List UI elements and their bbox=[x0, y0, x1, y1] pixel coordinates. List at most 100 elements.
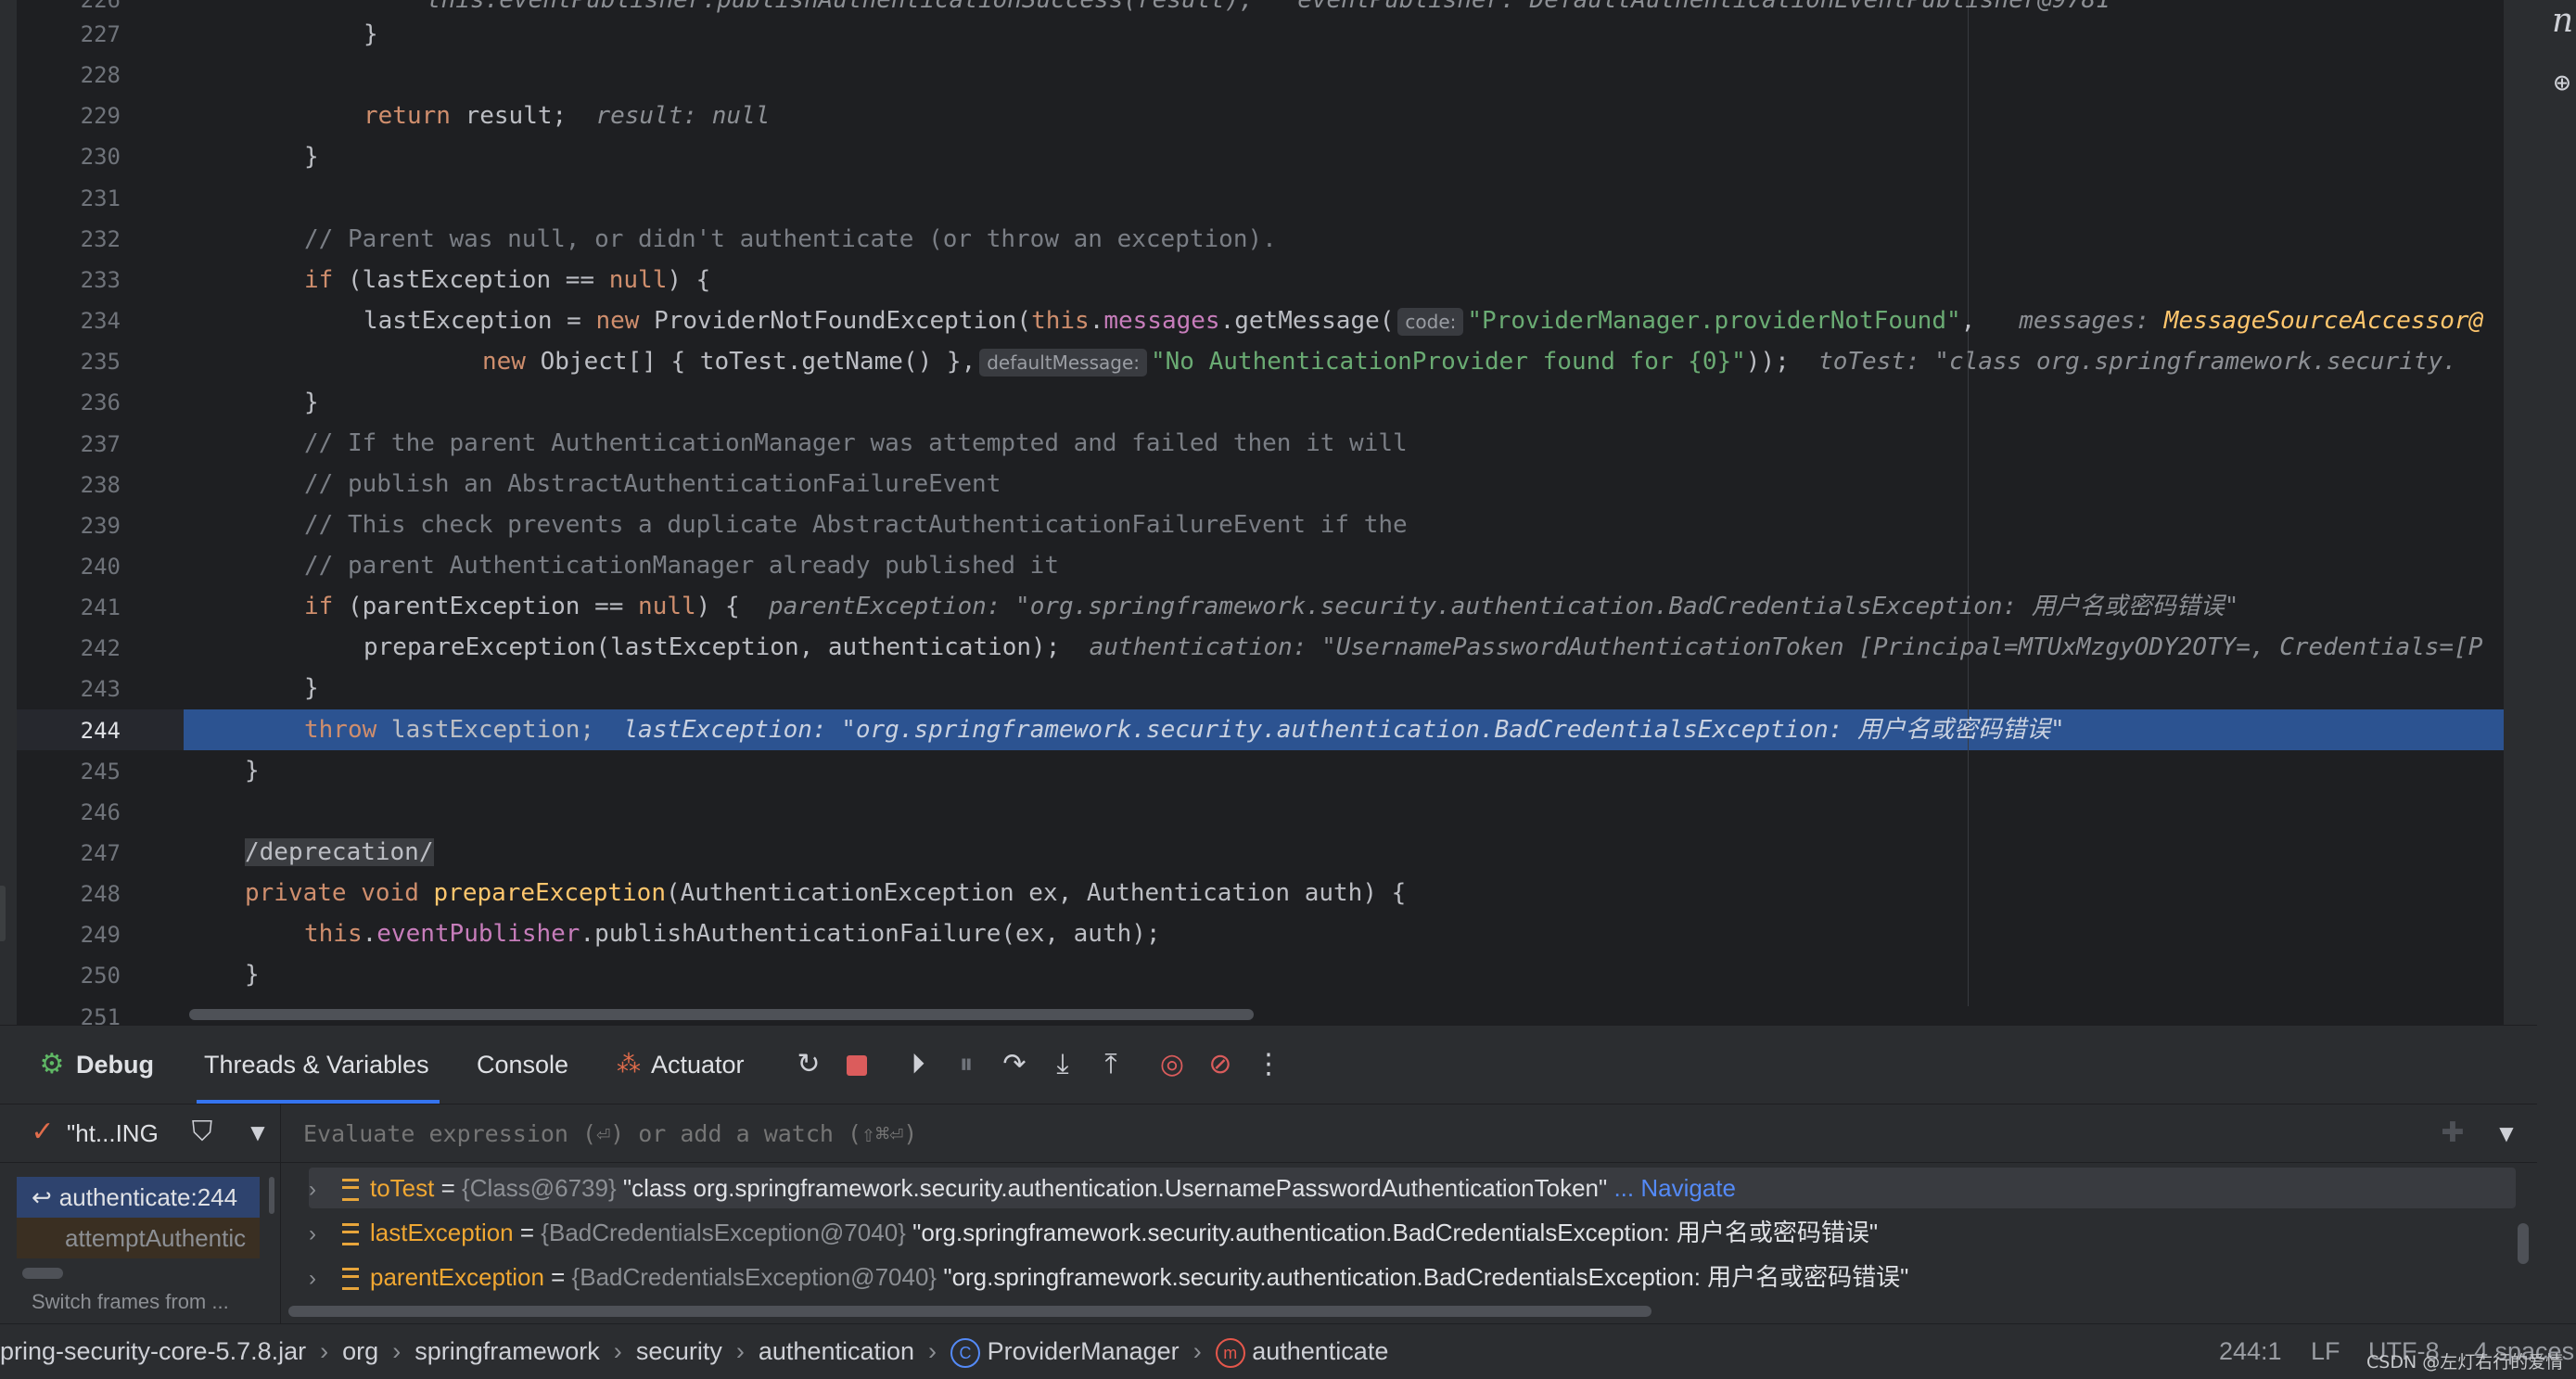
tab-threads-variables[interactable]: Threads & Variables bbox=[204, 1026, 429, 1104]
filter-icon[interactable]: ⛉ bbox=[184, 1114, 221, 1151]
field-icon bbox=[342, 1223, 359, 1246]
left-tool-tab[interactable] bbox=[0, 886, 6, 941]
stop-icon[interactable] bbox=[838, 1046, 875, 1083]
breadcrumb-item[interactable]: authentication bbox=[759, 1337, 914, 1365]
chevron-right-icon: › bbox=[385, 1337, 408, 1365]
variable-row[interactable]: › lastException = {BadCredentialsExceptio… bbox=[309, 1212, 2516, 1253]
line-number[interactable]: 249 bbox=[17, 914, 121, 955]
line-number[interactable]: 243 bbox=[17, 669, 121, 709]
line-number[interactable]: 241 bbox=[17, 587, 121, 628]
code-line-227: } bbox=[363, 20, 378, 48]
code-line-247: /deprecation/ bbox=[245, 832, 434, 873]
debug-title[interactable]: Debug bbox=[76, 1026, 154, 1104]
mute-breakpoints-icon[interactable]: ⊘ bbox=[1202, 1046, 1239, 1083]
line-number[interactable]: 247 bbox=[17, 833, 121, 874]
caret-position[interactable]: 244:1 bbox=[2219, 1324, 2282, 1379]
step-out-icon[interactable]: ⤒ bbox=[1092, 1046, 1129, 1083]
tab-actuator[interactable]: Actuator bbox=[651, 1026, 745, 1104]
pause-icon[interactable]: ⏸ bbox=[948, 1046, 985, 1083]
line-number[interactable]: 229 bbox=[17, 96, 121, 136]
keyword: if bbox=[304, 266, 334, 294]
globe-icon[interactable]: ⊕ bbox=[2554, 67, 2570, 99]
frame-item[interactable]: attemptAuthentic bbox=[17, 1218, 260, 1258]
variable-value: "org.springframework.security.authentica… bbox=[905, 1219, 1879, 1246]
line-number[interactable]: 242 bbox=[17, 628, 121, 669]
inline-debug-value: authentication: "UsernamePasswordAuthent… bbox=[1089, 633, 2483, 661]
equals: = bbox=[513, 1219, 542, 1246]
evaluate-bar: ✚ ▼ bbox=[281, 1104, 2537, 1164]
variables-hscroll[interactable] bbox=[288, 1306, 1651, 1317]
chevron-right-icon: › bbox=[1186, 1337, 1209, 1365]
variables-panel: ✚ ▼ › toTest = {Class@6739} "class org.sp… bbox=[281, 1104, 2537, 1323]
line-number[interactable]: 251 bbox=[17, 997, 121, 1025]
thread-selector[interactable]: ✓ "ht...ING ⛉ ▼ bbox=[0, 1104, 280, 1163]
line-separator[interactable]: LF bbox=[2311, 1324, 2340, 1379]
line-number[interactable]: 234 bbox=[17, 300, 121, 341]
step-over-icon[interactable]: ↷ bbox=[996, 1046, 1033, 1083]
breadcrumb-item[interactable]: authenticate bbox=[1252, 1337, 1388, 1365]
line-number[interactable]: 244 bbox=[17, 710, 121, 751]
add-watch-icon[interactable]: ✚ bbox=[2434, 1115, 2471, 1152]
breadcrumb-item[interactable]: pring-security-core-5.7.8.jar bbox=[0, 1337, 306, 1365]
breadcrumb-item[interactable]: org bbox=[342, 1337, 378, 1365]
frame-item[interactable]: ↩ authenticate:244 bbox=[17, 1177, 260, 1218]
code-line-234: lastException = new ProviderNotFoundExce… bbox=[363, 300, 2483, 341]
evaluate-expression-input[interactable] bbox=[301, 1104, 1974, 1164]
check-icon: ✓ bbox=[31, 1116, 55, 1148]
line-number[interactable]: 232 bbox=[17, 219, 121, 260]
variables-vscroll[interactable] bbox=[2518, 1223, 2529, 1264]
code-text: .publishAuthenticationFailure(ex, auth); bbox=[580, 920, 1161, 948]
code-editor[interactable]: 226 227 228 229 230 231 232 233 234 235 236 237 238… bbox=[0, 0, 2504, 1025]
code-text: . bbox=[1089, 307, 1104, 335]
navigate-link[interactable]: ... Navigate bbox=[1607, 1174, 1736, 1202]
return-icon: ↩ bbox=[32, 1183, 52, 1211]
expand-arrow-icon[interactable]: › bbox=[309, 1258, 322, 1299]
line-number[interactable]: 248 bbox=[17, 874, 121, 914]
left-tool-strip bbox=[0, 0, 17, 1025]
switch-frames-hint: Switch frames from ... bbox=[32, 1290, 229, 1313]
line-number[interactable]: 240 bbox=[17, 546, 121, 587]
variable-row[interactable]: › toTest = {Class@6739} "class org.spring… bbox=[309, 1168, 2516, 1208]
line-number[interactable]: 228 bbox=[17, 55, 121, 96]
line-number[interactable]: 227 bbox=[17, 14, 121, 55]
step-into-icon[interactable]: ⤓ bbox=[1044, 1046, 1081, 1083]
line-number[interactable]: 231 bbox=[17, 178, 121, 219]
frames-scrollbar[interactable] bbox=[22, 1268, 63, 1279]
breadcrumb-item[interactable]: security bbox=[636, 1337, 722, 1365]
chevron-down-icon[interactable]: ▼ bbox=[239, 1114, 276, 1151]
line-number[interactable]: 235 bbox=[17, 341, 121, 382]
editor-horizontal-scrollbar[interactable] bbox=[189, 1009, 1254, 1020]
equals: = bbox=[434, 1174, 463, 1202]
line-number[interactable]: 233 bbox=[17, 260, 121, 300]
rerun-icon[interactable]: ↻ bbox=[790, 1046, 827, 1083]
line-number[interactable]: 250 bbox=[17, 955, 121, 996]
thread-name[interactable]: "ht...ING bbox=[67, 1104, 159, 1162]
field-icon bbox=[342, 1179, 359, 1202]
debug-bug-icon: ⚙ bbox=[39, 1048, 65, 1080]
code-line-232: // Parent was null, or didn't authentica… bbox=[304, 225, 1277, 253]
frames-vscroll[interactable] bbox=[269, 1177, 274, 1214]
line-number[interactable]: 230 bbox=[17, 136, 121, 177]
method-call: prepareException bbox=[363, 633, 596, 661]
line-number[interactable]: 238 bbox=[17, 465, 121, 505]
keyword: this bbox=[1031, 307, 1090, 335]
expand-arrow-icon[interactable]: › bbox=[309, 1169, 322, 1210]
breadcrumb-item[interactable]: ProviderManager bbox=[988, 1337, 1180, 1365]
variable-row[interactable]: › parentException = {BadCredentialsExcept… bbox=[309, 1257, 2516, 1297]
view-breakpoints-icon[interactable]: ◎ bbox=[1154, 1046, 1191, 1083]
resume-icon[interactable]: ⏵ bbox=[899, 1046, 937, 1083]
line-number[interactable]: 246 bbox=[17, 792, 121, 833]
code-area[interactable]: this.eventPublisher.publishAuthenticatio… bbox=[185, 0, 2504, 1025]
line-number[interactable]: 236 bbox=[17, 382, 121, 423]
breadcrumb-item[interactable]: springframework bbox=[414, 1337, 600, 1365]
variable-name: parentException bbox=[370, 1263, 544, 1291]
more-icon[interactable]: ⋮ bbox=[1250, 1046, 1287, 1083]
chevron-down-icon[interactable]: ▼ bbox=[2488, 1115, 2525, 1152]
tab-console[interactable]: Console bbox=[477, 1026, 568, 1104]
line-number[interactable]: 239 bbox=[17, 505, 121, 546]
code-text: (AuthenticationException ex, Authenticat… bbox=[665, 879, 1407, 907]
code-line-241: if (parentException == null) { parentExc… bbox=[304, 586, 2238, 627]
line-number[interactable]: 237 bbox=[17, 424, 121, 465]
line-number[interactable]: 245 bbox=[17, 751, 121, 792]
expand-arrow-icon[interactable]: › bbox=[309, 1214, 322, 1255]
